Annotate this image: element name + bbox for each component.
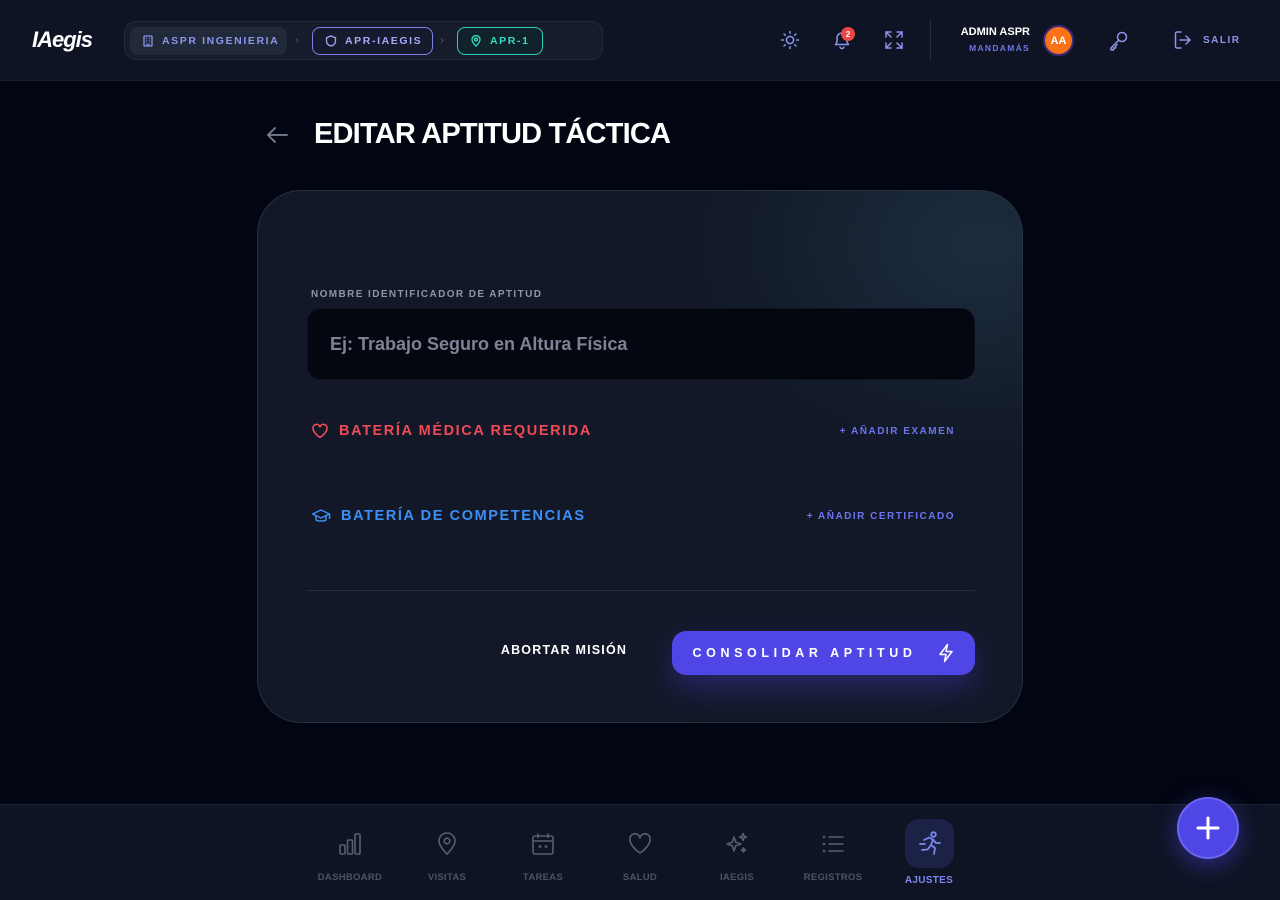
nav-label: IAEGIS	[719, 872, 754, 883]
calendar-icon	[528, 829, 558, 859]
notification-badge: 2	[841, 27, 855, 41]
nav-item-iaegis[interactable]: IAEGIS	[689, 805, 785, 900]
theme-toggle-button[interactable]	[778, 28, 802, 52]
aptitude-form-card: NOMBRE IDENTIFICADOR DE APTITUD BATERÍA …	[257, 190, 1023, 723]
heart-icon	[312, 423, 328, 439]
change-password-button[interactable]	[1107, 28, 1131, 52]
sun-icon	[780, 30, 800, 50]
building-icon	[143, 35, 153, 47]
breadcrumb-label: ASPR INGENIERIA	[162, 35, 280, 47]
map-pin-icon	[432, 829, 462, 859]
nav-item-visitas[interactable]: VISITAS	[399, 805, 495, 900]
nav-item-tareas[interactable]: TAREAS	[495, 805, 591, 900]
nav-label: SALUD	[622, 872, 658, 883]
breadcrumb-site[interactable]: APR-1	[457, 27, 543, 55]
nav-item-dashboard[interactable]: DASHBOARD	[302, 805, 398, 900]
bar-chart-icon	[335, 829, 365, 859]
consolidate-button[interactable]: CONSOLIDAR APTITUD	[672, 631, 975, 675]
sparkles-icon	[722, 829, 752, 859]
running-person-icon	[905, 819, 954, 868]
logout-icon	[1174, 31, 1191, 49]
chevron-right-icon: ›	[440, 33, 444, 47]
nav-label: VISITAS	[427, 872, 467, 883]
bottom-nav: DASHBOARD VISITAS TAREAS SALUD IAEGIS RE…	[0, 804, 1280, 900]
key-icon	[1110, 31, 1128, 51]
breadcrumb-project[interactable]: APR-IAEGIS	[312, 27, 433, 55]
breadcrumb-company[interactable]: ASPR INGENIERIA	[130, 27, 287, 55]
add-certificate-button[interactable]: + AÑADIR CERTIFICADO	[807, 511, 955, 522]
nav-item-registros[interactable]: REGISTROS	[785, 805, 881, 900]
aptitude-name-input[interactable]	[307, 308, 975, 380]
add-exam-button[interactable]: + AÑADIR EXAMEN	[840, 426, 955, 437]
heart-icon	[625, 829, 655, 859]
nav-label: AJUSTES	[904, 875, 954, 886]
map-pin-icon	[471, 35, 481, 47]
nav-item-ajustes[interactable]: AJUSTES	[881, 805, 977, 900]
page-title: EDITAR APTITUD TÁCTICA	[314, 118, 671, 150]
breadcrumb-label: APR-IAEGIS	[345, 35, 423, 47]
shield-icon	[325, 35, 337, 47]
user-role: MANDAMÁS	[969, 43, 1030, 53]
divider	[930, 20, 931, 60]
graduation-cap-icon	[311, 509, 331, 522]
top-bar: IAegis ASPR INGENIERIA › APR-IAEGIS › AP	[0, 0, 1280, 81]
divider	[307, 590, 975, 591]
nav-label: REGISTROS	[803, 872, 863, 883]
nav-label: DASHBOARD	[317, 872, 383, 883]
arrow-left-icon	[267, 127, 288, 143]
aptitude-name-label: NOMBRE IDENTIFICADOR DE APTITUD	[311, 289, 543, 300]
competencies-battery-section: BATERÍA DE COMPETENCIAS + AÑADIR CERTIFI…	[311, 504, 955, 528]
breadcrumb: ASPR INGENIERIA › APR-IAEGIS › APR-1	[124, 21, 603, 60]
abort-button[interactable]: ABORTAR MISIÓN	[484, 643, 644, 663]
fullscreen-button[interactable]	[882, 28, 906, 52]
logout-label[interactable]: SALIR	[1203, 35, 1241, 46]
competencies-battery-title: BATERÍA DE COMPETENCIAS	[341, 508, 586, 524]
app-logo[interactable]: IAegis	[32, 27, 93, 53]
medical-battery-title: BATERÍA MÉDICA REQUERIDA	[339, 423, 592, 439]
avatar[interactable]: AA	[1043, 25, 1074, 56]
lightning-icon	[938, 643, 953, 663]
nav-label: TAREAS	[522, 872, 564, 883]
consolidate-label: CONSOLIDAR APTITUD	[692, 646, 917, 660]
plus-icon	[1196, 816, 1220, 840]
logout-button[interactable]	[1171, 28, 1195, 52]
list-icon	[818, 829, 848, 859]
chevron-right-icon: ›	[295, 33, 299, 47]
add-fab-button[interactable]	[1177, 797, 1239, 859]
nav-item-salud[interactable]: SALUD	[592, 805, 688, 900]
expand-icon	[885, 31, 903, 49]
breadcrumb-label: APR-1	[490, 35, 530, 47]
back-button[interactable]	[264, 123, 290, 147]
medical-battery-section: BATERÍA MÉDICA REQUERIDA + AÑADIR EXAMEN	[311, 419, 955, 443]
user-name: ADMIN ASPR	[960, 26, 1030, 38]
